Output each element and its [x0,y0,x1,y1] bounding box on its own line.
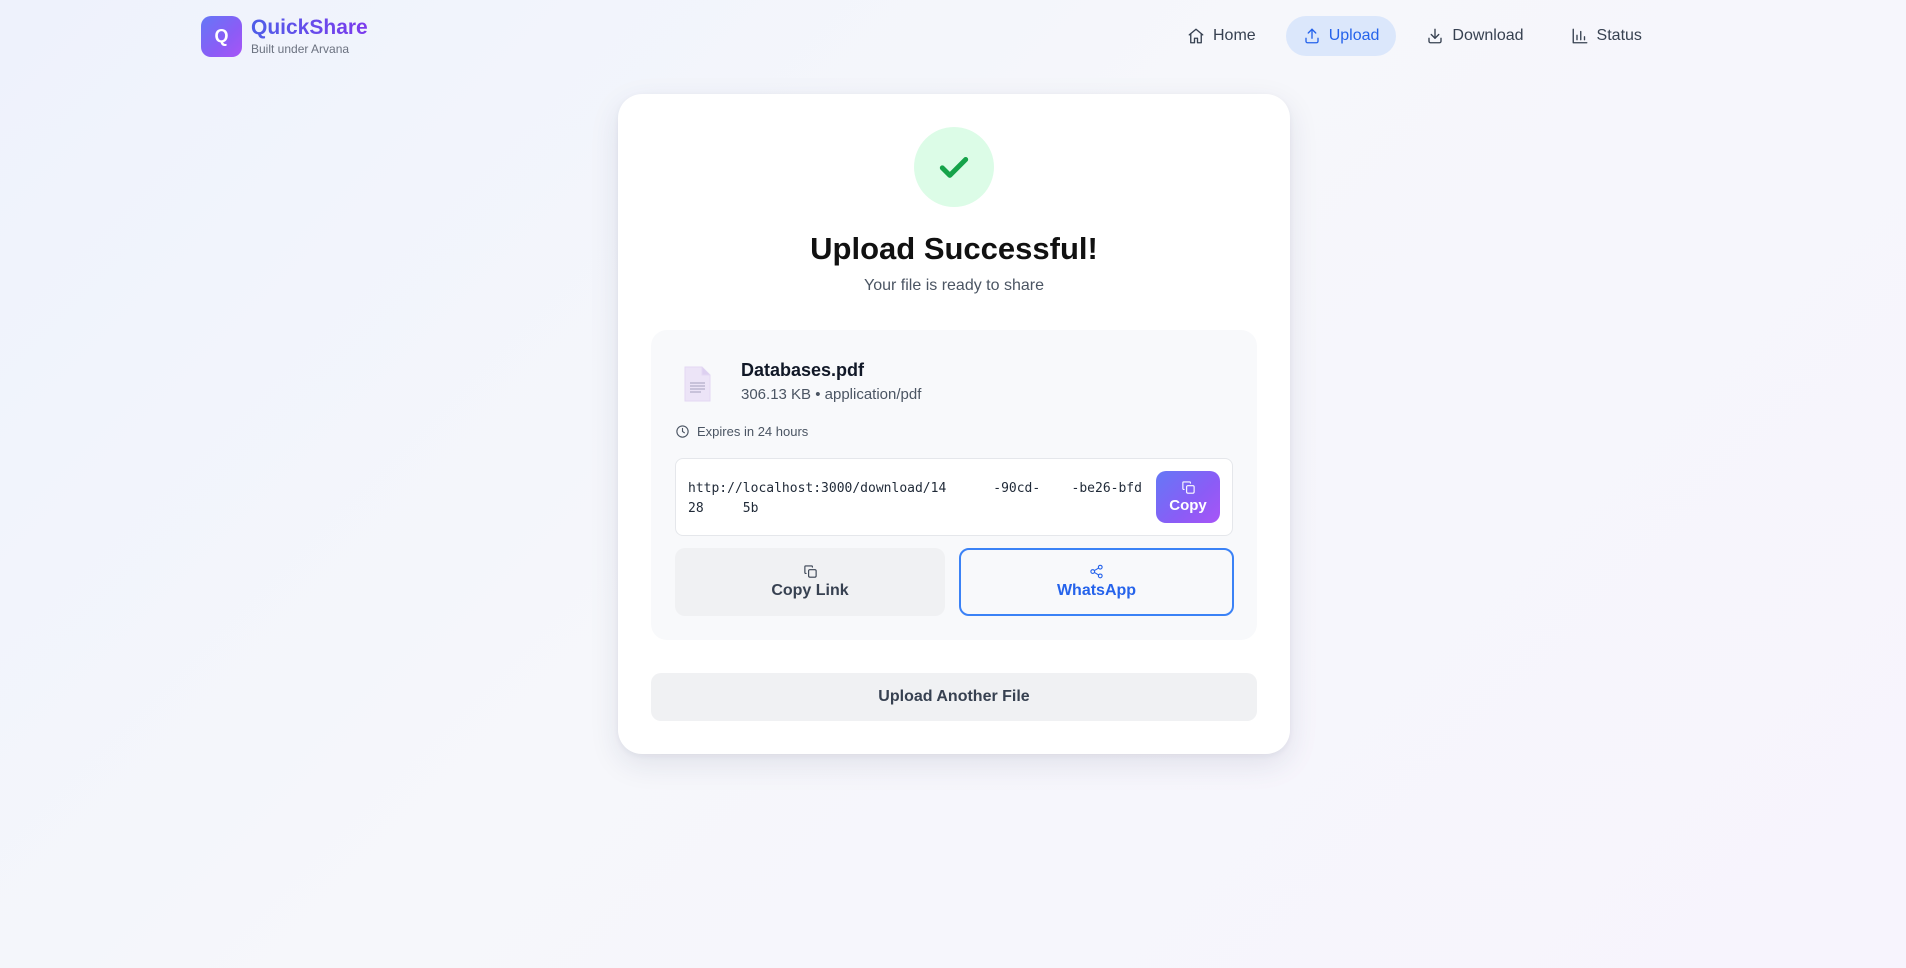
nav-status-label: Status [1596,27,1642,44]
expiry-text: Expires in 24 hours [697,424,809,439]
nav-status[interactable]: Status [1554,16,1659,56]
nav-home-label: Home [1213,27,1256,44]
page-subtitle: Your file is ready to share [864,277,1044,294]
bar-chart-icon [1572,28,1587,44]
whatsapp-share-button[interactable]: WhatsApp [959,548,1234,616]
nav-upload-label: Upload [1328,27,1380,44]
nav-download-label: Download [1452,27,1524,44]
logo-badge: Q [201,16,242,57]
upload-result-card: Upload Successful! Your file is ready to… [618,94,1290,754]
nav-home[interactable]: Home [1170,16,1273,56]
file-name: Databases.pdf [741,360,865,380]
nav-upload[interactable]: Upload [1285,16,1397,56]
home-icon [1188,28,1204,44]
upload-icon [1305,28,1319,44]
download-icon [1428,28,1443,44]
nav-download[interactable]: Download [1409,16,1540,56]
document-icon [684,366,711,402]
brand-subtitle: Built under Arvana [251,42,350,56]
share-icon [1090,564,1103,579]
check-icon [939,157,969,178]
share-link-text[interactable]: http://localhost:3000/download/14 -90cd-… [688,479,1148,519]
copy-link-button[interactable]: Copy Link [675,548,945,616]
copy-button[interactable]: Copy [1156,471,1220,523]
copy-icon [1181,481,1195,494]
success-badge [914,127,994,207]
upload-another-button[interactable]: Upload Another File [651,673,1257,721]
expiry-notice: Expires in 24 hours [675,424,808,439]
share-link-box: http://localhost:3000/download/14 -90cd-… [675,458,1233,536]
page-title: Upload Successful! [810,231,1098,266]
copy-button-label: Copy [1169,497,1207,514]
copy-icon [803,565,817,578]
brand-name: QuickShare [251,16,368,39]
top-header: Q QuickShare Built under Arvana Home Upl… [0,0,1906,72]
main-nav: Home Upload Download Status [1170,16,1672,56]
file-meta: 306.13 KB • application/pdf [741,386,922,403]
whatsapp-label: WhatsApp [1056,582,1137,599]
file-details-panel: Databases.pdf 306.13 KB • application/pd… [651,330,1257,640]
brand-text: QuickShare Built under Arvana [251,16,368,57]
brand-logo-link[interactable]: Q QuickShare Built under Arvana [201,16,368,57]
clock-icon [676,425,689,438]
copy-link-label: Copy Link [771,582,849,599]
